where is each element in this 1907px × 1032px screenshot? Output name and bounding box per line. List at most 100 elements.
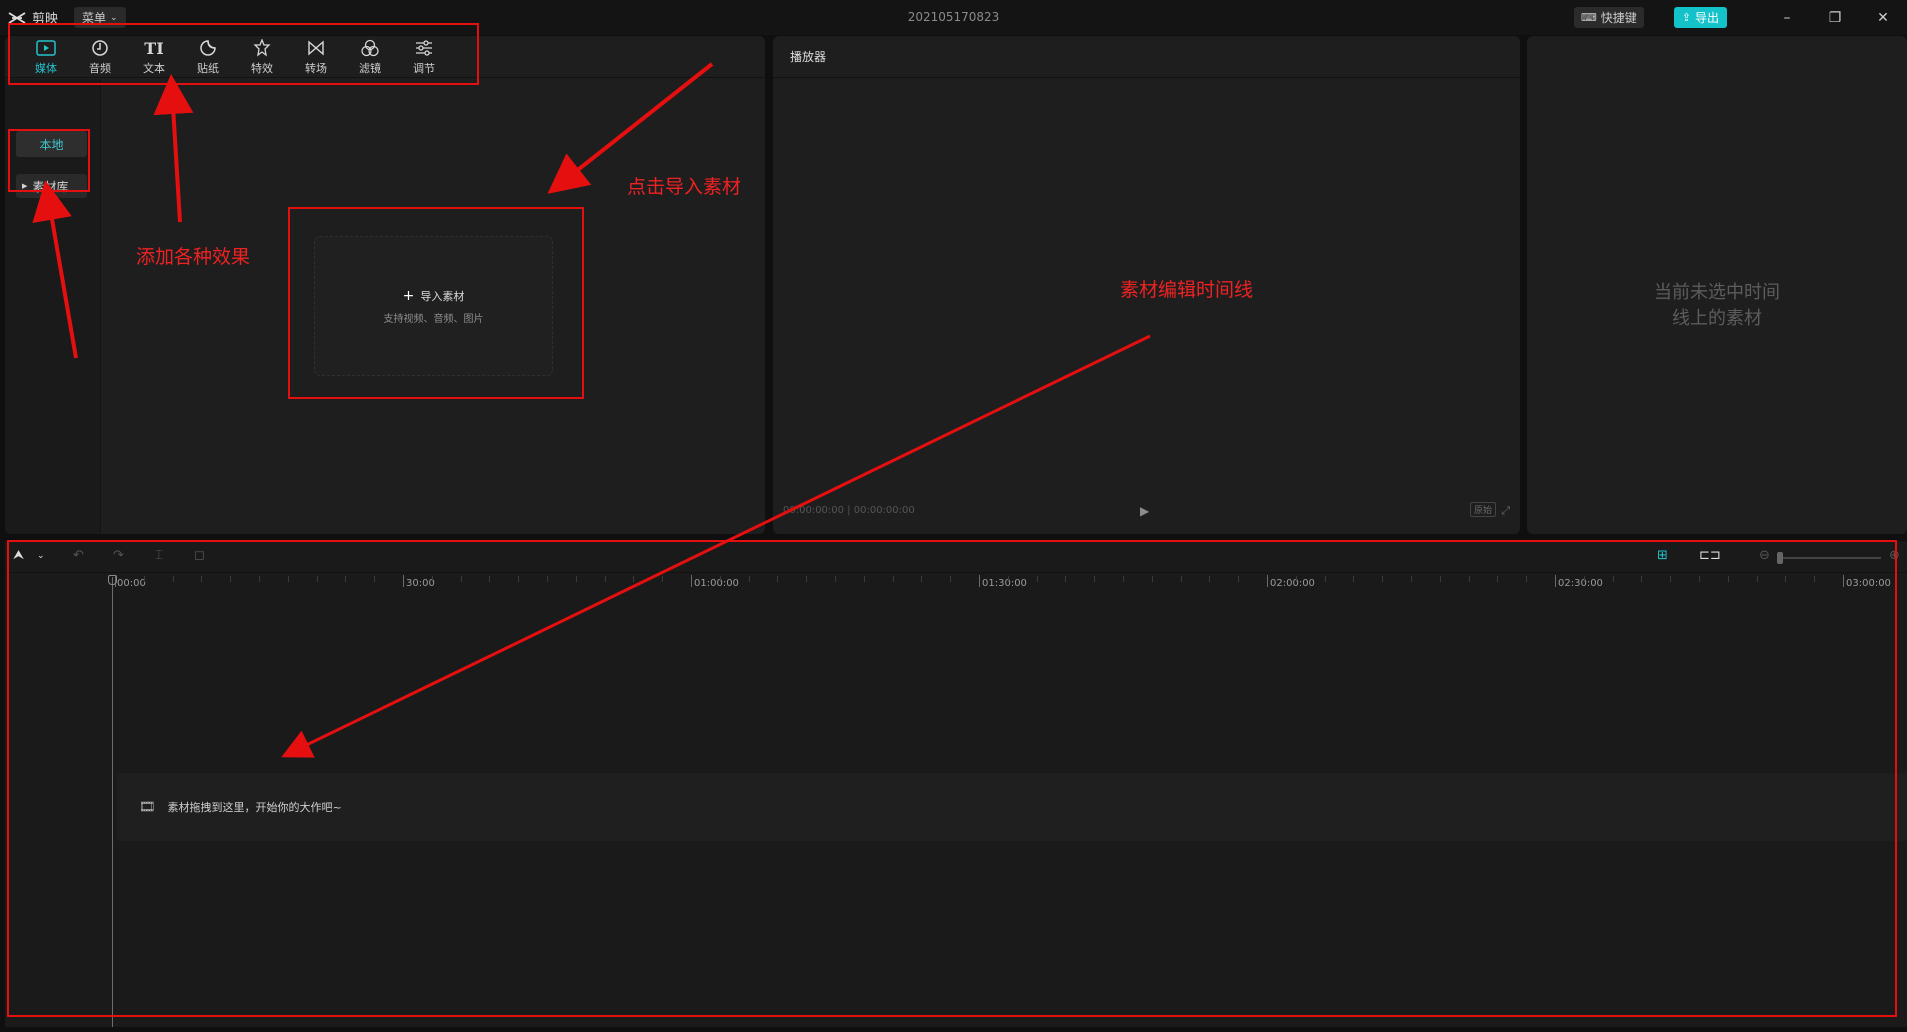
redo-icon[interactable]: ↷	[113, 548, 124, 563]
zoom-in-icon[interactable]: ⊕	[1889, 548, 1900, 563]
playhead-line[interactable]	[112, 577, 113, 1027]
tab-sticker[interactable]: 贴纸	[181, 36, 235, 78]
ruler-tick	[1411, 576, 1412, 582]
annotation-timeline-text: 素材编辑时间线	[1120, 279, 1254, 301]
export-label: 导出	[1694, 11, 1719, 25]
ruler-label: 00:00	[117, 578, 146, 589]
sticker-icon	[197, 38, 219, 58]
tab-text[interactable]: TI 文本	[127, 36, 181, 78]
zoom-out-icon[interactable]: ⊖	[1759, 548, 1770, 563]
ruler-tick	[374, 576, 376, 582]
plus-icon: +	[402, 287, 415, 304]
sidebar-item-library[interactable]: ▶ 素材库	[16, 174, 87, 198]
library-label: 素材库	[32, 179, 69, 194]
ruler-label: 01:00:00	[694, 578, 739, 589]
chevron-down-icon[interactable]: ⌄	[37, 551, 45, 561]
timeline-panel: ⮝ ⌄ ↶ ↷ ⌶ ◻ ⊞ ⊏⊐ ⊖ ⊕ 00:00 30:00 01:00:0…	[5, 541, 1907, 1027]
properties-empty-line2: 线上的素材	[1672, 308, 1762, 329]
ruler-tick	[1727, 576, 1729, 582]
local-button[interactable]: 本地	[16, 131, 87, 157]
ruler-tick	[806, 576, 808, 582]
ruler-tick	[1843, 575, 1844, 587]
tab-media[interactable]: 媒体	[19, 36, 73, 78]
upload-icon: ⇪	[1681, 11, 1691, 24]
ruler-tick	[1497, 576, 1499, 582]
ruler-tick	[489, 576, 491, 582]
split-icon[interactable]: ⌶	[155, 548, 163, 563]
ruler-tick	[1353, 576, 1355, 582]
properties-panel: 当前未选中时间 线上的素材	[1527, 36, 1907, 534]
minimize-button[interactable]: –	[1763, 0, 1811, 35]
ruler-tick	[1180, 576, 1182, 582]
ruler-tick	[518, 576, 520, 582]
shortcut-button[interactable]: ⌨ 快捷键	[1573, 7, 1644, 28]
title-bar: 剪映 菜单 ⌄ 202105170823 ⌨ 快捷键 ⇪ 导出 – ❐ ✕	[0, 0, 1907, 35]
ruler-tick	[460, 576, 462, 582]
export-button[interactable]: ⇪ 导出	[1673, 7, 1727, 28]
fullscreen-icon[interactable]: ⤢	[1501, 504, 1510, 518]
restore-button[interactable]: ❐	[1811, 0, 1859, 35]
ruler-tick	[1555, 575, 1556, 587]
app-logo: 剪映	[8, 8, 58, 27]
player-title: 播放器	[773, 36, 1520, 78]
ruler-tick	[1785, 576, 1787, 582]
tab-effects[interactable]: 特效	[235, 36, 289, 78]
aspect-ratio-button[interactable]: 原始	[1469, 502, 1496, 517]
tab-filter-label: 滤镜	[359, 62, 381, 75]
transition-icon	[305, 38, 327, 58]
film-icon: 🎞	[139, 799, 156, 815]
play-icon[interactable]: ▶	[1140, 504, 1149, 518]
ruler-tick	[143, 576, 145, 582]
link-icon[interactable]: ⊏⊐	[1699, 548, 1721, 563]
ruler-tick	[1382, 576, 1384, 582]
shortcut-label: 快捷键	[1600, 11, 1637, 25]
ruler-tick	[1526, 576, 1528, 582]
snap-icon[interactable]: ⊞	[1657, 548, 1668, 563]
timeline-toolbar: ⮝ ⌄ ↶ ↷ ⌶ ◻ ⊞ ⊏⊐ ⊖ ⊕	[5, 541, 1907, 573]
timeline-ruler[interactable]: 00:00 30:00 01:00:00 01:30:00 02:00:00 0…	[5, 573, 1907, 595]
tab-sticker-label: 贴纸	[197, 62, 219, 75]
timeline-drop-track[interactable]: 🎞 素材拖拽到这里，开始你的大作吧~	[117, 773, 1907, 841]
close-button[interactable]: ✕	[1859, 0, 1907, 35]
ruler-tick	[1036, 576, 1038, 582]
tab-audio[interactable]: 音频	[73, 36, 127, 78]
effects-toolbar: 媒体 音频 TI 文本 贴纸 特效 转场 滤镜 调节	[5, 36, 765, 78]
filter-icon	[359, 38, 381, 58]
undo-icon[interactable]: ↶	[73, 548, 84, 563]
ruler-tick	[691, 575, 692, 587]
ruler-tick	[1641, 576, 1643, 582]
select-cursor-icon[interactable]: ⮝	[13, 548, 24, 563]
tab-effects-label: 特效	[251, 62, 273, 75]
capcut-logo-icon	[8, 11, 26, 24]
import-media-dropzone[interactable]: + 导入素材 支持视频、音频、图片	[314, 236, 553, 376]
menu-button[interactable]: 菜单 ⌄	[74, 7, 126, 28]
tab-audio-label: 音频	[89, 62, 111, 75]
ruler-tick	[1699, 576, 1700, 582]
zoom-slider-track[interactable]	[1781, 557, 1881, 559]
ruler-tick	[547, 576, 548, 582]
delete-icon[interactable]: ◻	[194, 548, 205, 563]
caret-right-icon: ▶	[22, 182, 28, 190]
ruler-tick	[1065, 576, 1067, 582]
tab-filter[interactable]: 滤镜	[343, 36, 397, 78]
ruler-tick	[1238, 576, 1240, 582]
ruler-tick	[1670, 576, 1672, 582]
ruler-tick	[316, 576, 318, 582]
effects-icon	[251, 38, 273, 58]
tab-adjust[interactable]: 调节	[397, 36, 451, 78]
ruler-label: 03:00:00	[1846, 578, 1891, 589]
properties-empty-line1: 当前未选中时间	[1654, 282, 1780, 303]
ruler-tick	[1209, 576, 1211, 582]
ruler-tick	[287, 576, 289, 582]
import-title: 导入素材	[420, 289, 465, 303]
ruler-tick	[835, 576, 836, 582]
ruler-tick	[259, 576, 260, 582]
zoom-slider-handle[interactable]	[1777, 552, 1783, 564]
ruler-label: 30:00	[406, 578, 435, 589]
player-timecode: 00:00:00:00 | 00:00:00:00	[783, 505, 915, 516]
playhead-handle[interactable]	[108, 575, 117, 585]
chevron-down-icon: ⌄	[110, 12, 118, 23]
ruler-tick	[1439, 576, 1441, 582]
ruler-tick	[1612, 576, 1614, 582]
tab-transition[interactable]: 转场	[289, 36, 343, 78]
